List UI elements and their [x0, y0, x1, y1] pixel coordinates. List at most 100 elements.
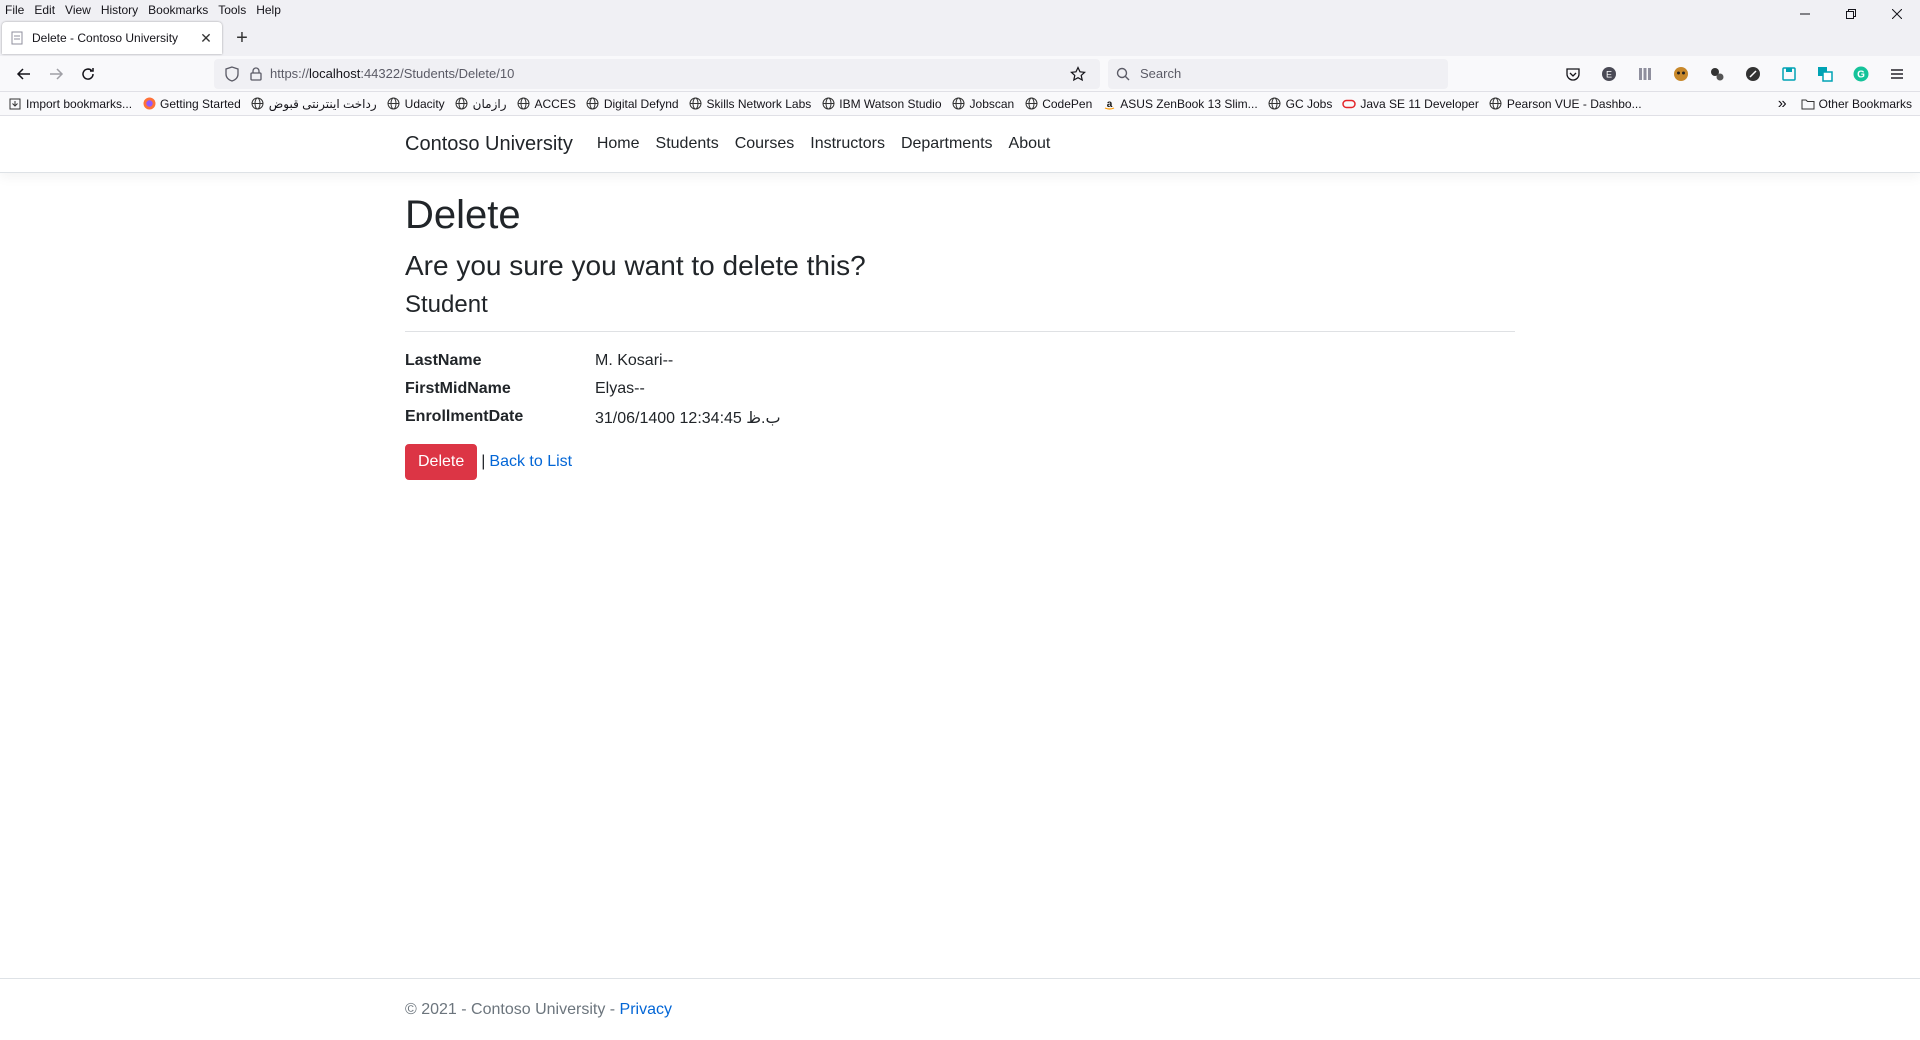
- forward-button[interactable]: [40, 58, 72, 90]
- save-extension-icon[interactable]: [1774, 59, 1804, 89]
- menu-view[interactable]: View: [60, 0, 96, 20]
- globe-icon: [821, 97, 835, 111]
- bookmark-label: رازمان: [472, 96, 507, 111]
- library-icon[interactable]: [1630, 59, 1660, 89]
- bookmark-import[interactable]: Import bookmarks...: [8, 97, 132, 111]
- menu-file[interactable]: File: [0, 0, 29, 20]
- firstmidname-label: FirstMidName: [405, 380, 511, 398]
- grammarly-icon[interactable]: G: [1846, 59, 1876, 89]
- bookmarks-right: » Other Bookmarks: [1778, 92, 1912, 116]
- link-extension-icon[interactable]: [1738, 59, 1768, 89]
- pocket-icon[interactable]: [1558, 59, 1588, 89]
- bookmark-asus-zenbook[interactable]: a ASUS ZenBook 13 Slim...: [1102, 97, 1258, 111]
- tab-active[interactable]: Delete - Contoso University ✕: [2, 22, 222, 54]
- bookmark-codepen[interactable]: CodePen: [1024, 97, 1092, 111]
- bookmark-razman[interactable]: رازمان: [455, 97, 507, 111]
- bookmark-skills-network-labs[interactable]: Skills Network Labs: [689, 97, 811, 111]
- menu-help[interactable]: Help: [251, 0, 286, 20]
- browser-toolbar: https://localhost:44322/Students/Delete/…: [0, 56, 1920, 92]
- bookmark-label: Udacity: [404, 96, 445, 111]
- globe-icon: [586, 97, 600, 111]
- page-favicon-icon: [10, 31, 24, 45]
- nav-courses[interactable]: Courses: [735, 135, 795, 153]
- url-scheme: https://: [270, 66, 310, 81]
- lock-icon[interactable]: [246, 64, 266, 84]
- tab-title: Delete - Contoso University: [32, 31, 179, 45]
- privacy-link[interactable]: Privacy: [620, 1001, 672, 1018]
- menu-bar: File Edit View History Bookmarks Tools H…: [0, 0, 1920, 20]
- oracle-icon: [1342, 97, 1357, 111]
- site-brand-link[interactable]: Contoso University: [405, 133, 573, 156]
- extension-icons: E G: [1558, 59, 1912, 89]
- bookmark-digital-defynd[interactable]: Digital Defynd: [586, 97, 679, 111]
- bookmark-label: Jobscan: [969, 96, 1015, 111]
- reload-button[interactable]: [72, 58, 104, 90]
- bookmark-java-se-11[interactable]: Java SE 11 Developer: [1342, 97, 1479, 111]
- reload-icon: [82, 67, 94, 80]
- address-bar[interactable]: https://localhost:44322/Students/Delete/…: [214, 58, 1100, 89]
- globe-icon: [251, 97, 265, 111]
- bookmarks-overflow-chevron-icon[interactable]: »: [1778, 95, 1787, 113]
- back-button[interactable]: [8, 58, 40, 90]
- url-host: localhost: [309, 66, 361, 81]
- tampermonkey-icon[interactable]: [1666, 59, 1696, 89]
- hamburger-menu-icon[interactable]: [1882, 59, 1912, 89]
- globe-icon: [689, 97, 703, 111]
- import-icon: [8, 97, 22, 111]
- bookmark-star-icon[interactable]: [1068, 64, 1088, 84]
- window-controls: [1782, 0, 1920, 28]
- enrollmentdate-label: EnrollmentDate: [405, 408, 524, 426]
- globe-icon: [1489, 97, 1503, 111]
- search-bar[interactable]: Search: [1108, 58, 1448, 89]
- restore-button[interactable]: [1828, 0, 1874, 28]
- restore-icon: [1846, 9, 1856, 19]
- translate-extension-icon[interactable]: [1810, 59, 1840, 89]
- close-window-button[interactable]: [1874, 0, 1920, 28]
- bookmark-bill-payment[interactable]: رداخت اینترنتی قبوض: [251, 97, 377, 111]
- bookmark-gc-jobs[interactable]: GC Jobs: [1268, 97, 1332, 111]
- bookmark-label: Pearson VUE - Dashbo...: [1506, 96, 1642, 111]
- bookmark-jobscan[interactable]: Jobscan: [952, 96, 1015, 111]
- url-text[interactable]: https://localhost:44322/Students/Delete/…: [270, 66, 1068, 81]
- delete-button[interactable]: Delete: [405, 444, 478, 481]
- globe-icon: [1268, 97, 1282, 111]
- back-to-list-link[interactable]: Back to List: [489, 453, 572, 471]
- form-actions: Delete | Back to List: [405, 444, 1515, 481]
- bookmark-label: Other Bookmarks: [1818, 97, 1912, 111]
- bookmark-label: Digital Defynd: [603, 96, 679, 111]
- tab-close-icon[interactable]: ✕: [198, 30, 214, 47]
- minimize-button[interactable]: [1782, 0, 1828, 28]
- bookmark-pearson-vue[interactable]: Pearson VUE - Dashbo...: [1489, 97, 1642, 111]
- nav-students[interactable]: Students: [656, 135, 719, 153]
- nav-instructors[interactable]: Instructors: [810, 135, 885, 153]
- bookmark-label: ACCES: [534, 96, 576, 111]
- menu-bookmarks[interactable]: Bookmarks: [143, 0, 213, 20]
- forward-arrow-icon: [50, 67, 64, 80]
- action-separator: |: [481, 453, 486, 471]
- bookmark-label: CodePen: [1042, 96, 1093, 111]
- bookmark-acces[interactable]: ACCES: [517, 97, 576, 111]
- page-title: Delete: [405, 193, 521, 237]
- student-details: LastName M. Kosari-- FirstMidName Elyas-…: [405, 352, 1515, 428]
- extension-gear-icon[interactable]: [1702, 59, 1732, 89]
- bookmark-getting-started[interactable]: Getting Started: [142, 97, 241, 111]
- extension-e-icon[interactable]: E: [1594, 59, 1624, 89]
- other-bookmarks-folder[interactable]: Other Bookmarks: [1801, 97, 1912, 111]
- menu-edit[interactable]: Edit: [29, 0, 60, 20]
- nav-home[interactable]: Home: [597, 135, 640, 153]
- menu-history[interactable]: History: [96, 0, 143, 20]
- bookmark-udacity[interactable]: Udacity: [387, 97, 445, 111]
- bookmark-ibm-watson-studio[interactable]: IBM Watson Studio: [821, 97, 942, 111]
- bookmarks-toolbar: Import bookmarks... Getting Started رداخ…: [0, 92, 1920, 116]
- firefox-icon: [142, 97, 156, 111]
- site-navbar: Contoso University Home Students Courses…: [0, 116, 1920, 173]
- menu-tools[interactable]: Tools: [213, 0, 251, 20]
- tracking-shield-icon[interactable]: [222, 64, 242, 84]
- site-footer: © 2021 - Contoso University - Privacy: [0, 978, 1920, 1040]
- nav-about[interactable]: About: [1009, 135, 1051, 153]
- globe-icon: [1024, 97, 1038, 111]
- tab-bar: Delete - Contoso University ✕ +: [0, 20, 1920, 56]
- nav-departments[interactable]: Departments: [901, 135, 993, 153]
- new-tab-button[interactable]: +: [228, 24, 256, 52]
- back-arrow-icon: [16, 67, 30, 80]
